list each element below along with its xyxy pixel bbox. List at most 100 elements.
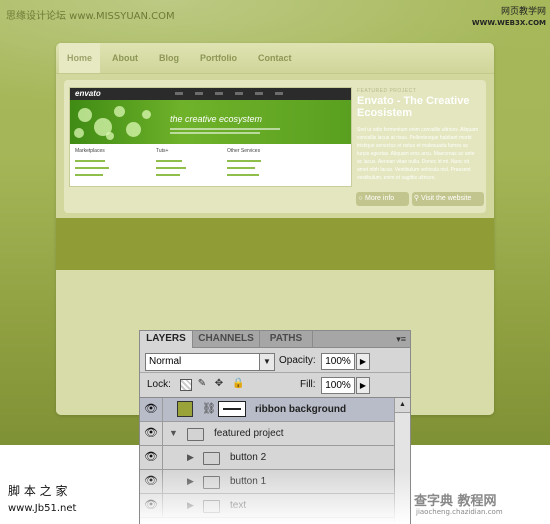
- watermark-top-right: 网页教学网 WWW.WEB3X.COM: [472, 7, 546, 29]
- layer-name: button 2: [230, 452, 267, 463]
- screenshot-link: [227, 167, 255, 169]
- layer-name: ribbon background: [255, 404, 347, 415]
- eye-icon[interactable]: 👁: [140, 422, 163, 445]
- layer-button-2[interactable]: 👁 ▶ button 2: [140, 446, 394, 470]
- site-nav: Home About Blog Portfolio Contact: [56, 43, 494, 74]
- bokeh-light: [114, 106, 125, 117]
- fill-slider-button[interactable]: ▶: [356, 377, 370, 394]
- link-icon[interactable]: ⛓: [202, 402, 216, 415]
- screenshot-subtext: [170, 132, 260, 134]
- lock-brush-icon[interactable]: ✎: [197, 379, 207, 389]
- chevron-down-icon[interactable]: ▼: [259, 354, 274, 370]
- expand-arrow-icon[interactable]: ▼: [169, 422, 178, 445]
- layer-ribbon-background[interactable]: 👁 ⛓ ribbon background: [140, 398, 394, 422]
- tab-paths[interactable]: PATHS: [260, 331, 313, 347]
- screenshot-link: [156, 167, 186, 169]
- blend-mode-select[interactable]: Normal ▼: [145, 353, 275, 371]
- project-screenshot[interactable]: envato the creative ecosystem Marketplac…: [69, 87, 352, 187]
- layer-button-1[interactable]: 👁 ▶ button 1: [140, 470, 394, 494]
- folder-icon: [203, 476, 220, 489]
- tab-channels[interactable]: CHANNELS: [193, 331, 260, 347]
- collapse-arrow-icon[interactable]: ▶: [187, 470, 194, 493]
- lock-transparency-icon[interactable]: [180, 379, 192, 391]
- watermark-bottom-right-url: jiaocheng.chazidian.com: [416, 508, 503, 516]
- screenshot-link: [75, 160, 105, 162]
- screenshot-menu-item: [195, 92, 203, 95]
- opacity-label: Opacity:: [279, 355, 316, 366]
- bokeh-light: [74, 128, 84, 138]
- eye-icon[interactable]: 👁: [140, 470, 163, 493]
- featured-project-box: envato the creative ecosystem Marketplac…: [64, 80, 486, 213]
- screenshot-link: [227, 160, 261, 162]
- fill-input[interactable]: 100%: [321, 377, 355, 394]
- bokeh-light: [126, 122, 141, 137]
- featured-title: Envato - The Creative Ecosistem: [357, 95, 470, 119]
- watermark-bottom-left: 脚 本 之 家: [8, 484, 68, 498]
- screenshot-link: [75, 174, 103, 176]
- screenshot-col-other: Other Services: [227, 148, 261, 154]
- screenshot-menu-item: [215, 92, 223, 95]
- featured-label: FEATURED PROJECT: [357, 88, 417, 94]
- layers-scrollbar[interactable]: ▲: [394, 398, 410, 524]
- layers-list: 👁 ⛓ ribbon background 👁 ▼ featured proje…: [140, 398, 394, 524]
- screenshot-banner: the creative ecosystem: [70, 100, 351, 144]
- screenshot-link: [156, 160, 182, 162]
- nav-blog[interactable]: Blog: [159, 43, 179, 73]
- folder-icon: [203, 500, 220, 513]
- lock-move-icon[interactable]: ✥: [214, 379, 224, 389]
- folder-icon: [203, 452, 220, 465]
- opacity-input[interactable]: 100%: [321, 353, 355, 370]
- lock-label: Lock:: [147, 379, 171, 390]
- collapse-arrow-icon[interactable]: ▶: [187, 446, 194, 469]
- eye-icon[interactable]: 👁: [140, 398, 163, 421]
- panel-tabs: LAYERS CHANNELS PATHS ▾≡: [140, 331, 410, 348]
- more-info-button[interactable]: ○ More info: [356, 192, 409, 206]
- envato-logo: envato: [75, 89, 101, 98]
- layer-mask-thumbnail[interactable]: [218, 401, 246, 417]
- bokeh-light: [78, 108, 92, 122]
- layers-panel: LAYERS CHANNELS PATHS ▾≡ Normal ▼ Opacit…: [139, 330, 411, 524]
- screenshot-menu-item: [235, 92, 243, 95]
- more-info-label: More info: [365, 195, 395, 202]
- screenshot-menu-item: [175, 92, 183, 95]
- screenshot-tagline: the creative ecosystem: [170, 114, 263, 124]
- collapse-arrow-icon[interactable]: ▶: [187, 494, 194, 517]
- screenshot-col-marketplaces: Marketplaces: [75, 148, 105, 154]
- watermark-bottom-right: 查字典 教程网: [414, 494, 497, 509]
- nav-portfolio[interactable]: Portfolio: [200, 43, 237, 73]
- blend-mode-value: Normal: [149, 356, 182, 367]
- folder-icon: [187, 428, 204, 441]
- layer-name: text: [230, 500, 247, 511]
- lock-all-icon[interactable]: 🔒: [232, 379, 244, 389]
- layer-thumbnail: [177, 401, 193, 417]
- nav-contact[interactable]: Contact: [258, 43, 292, 73]
- screenshot-link: [156, 174, 180, 176]
- bokeh-light: [142, 110, 151, 119]
- screenshot-link: [75, 167, 109, 169]
- watermark-top-left: 思缘设计论坛 www.MISSYUAN.COM: [6, 11, 175, 22]
- watermark-bottom-left-url: www.Jb51.net: [8, 503, 77, 514]
- layer-name: button 1: [230, 476, 267, 487]
- bokeh-light: [106, 132, 114, 140]
- layer-featured-project[interactable]: 👁 ▼ featured project: [140, 422, 394, 446]
- screenshot-header: envato: [70, 88, 351, 100]
- tab-layers[interactable]: LAYERS: [140, 331, 193, 348]
- screenshot-col-tuts: Tuts+: [156, 148, 169, 154]
- visit-website-label: Visit the website: [421, 195, 472, 202]
- screenshot-menu-item: [275, 92, 283, 95]
- nav-about[interactable]: About: [112, 43, 138, 73]
- scroll-up-icon[interactable]: ▲: [395, 398, 410, 413]
- layer-text[interactable]: 👁 ▶ text: [140, 494, 394, 518]
- eye-icon[interactable]: 👁: [140, 446, 163, 469]
- opacity-slider-button[interactable]: ▶: [356, 353, 370, 370]
- eye-icon[interactable]: 👁: [140, 494, 163, 517]
- watermark-top-right-line2: WWW.WEB3X.COM: [471, 19, 546, 27]
- screenshot-subtext: [170, 128, 280, 130]
- featured-body: Sed ut odio fermentum enim convallis ult…: [357, 127, 479, 181]
- magnifier-icon: ⚲: [413, 195, 420, 202]
- watermark-top-right-line1: 网页教学网: [500, 7, 546, 17]
- ribbon-background: [56, 218, 494, 270]
- panel-menu-icon[interactable]: ▾≡: [396, 331, 406, 347]
- nav-home[interactable]: Home: [59, 43, 101, 73]
- visit-website-button[interactable]: ⚲ Visit the website: [412, 192, 484, 206]
